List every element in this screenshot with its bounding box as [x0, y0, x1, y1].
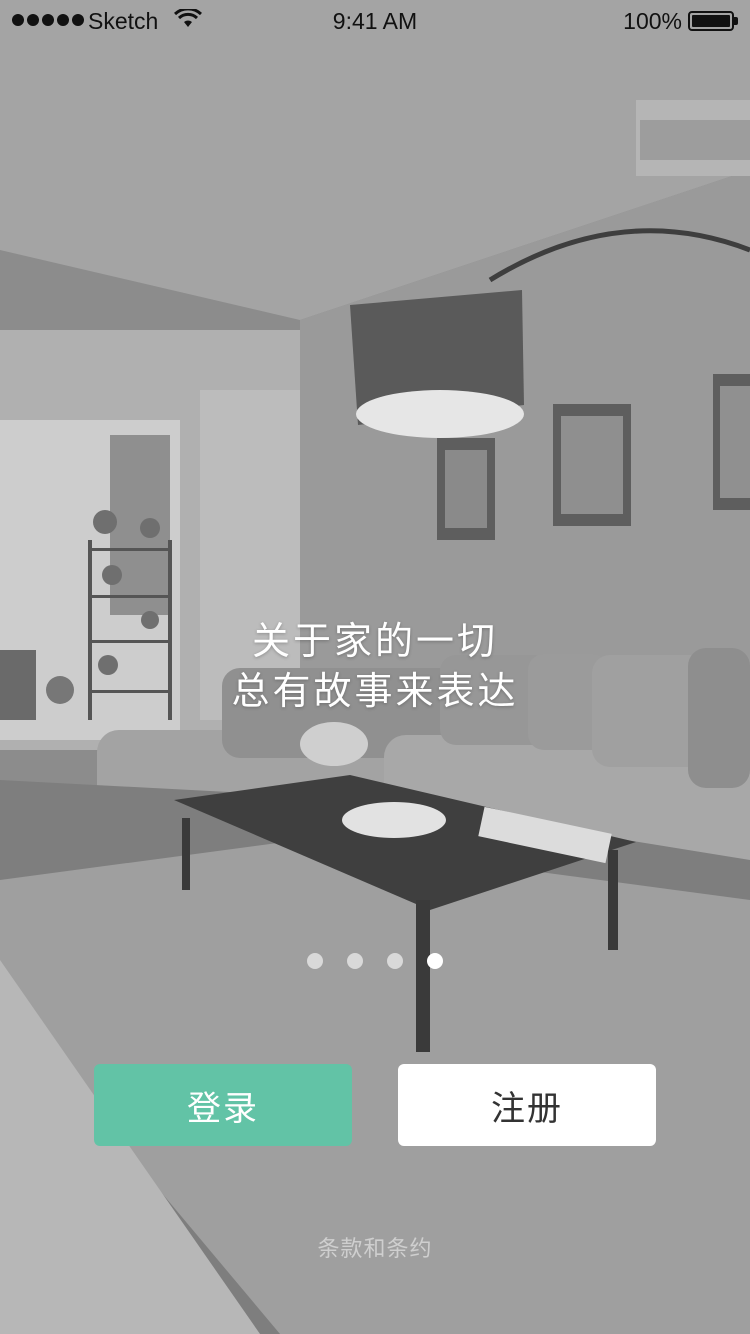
onboarding-headline: 关于家的一切 总有故事来表达: [0, 616, 750, 716]
page-dot-1[interactable]: [307, 953, 323, 969]
page-indicator: [307, 953, 443, 969]
headline-line-1: 关于家的一切: [251, 619, 498, 663]
page-dot-3[interactable]: [387, 953, 403, 969]
headline-line-2: 总有故事来表达: [231, 669, 519, 713]
status-bar: Sketch 9:41 AM 100%: [0, 0, 750, 40]
battery-icon: [688, 11, 738, 31]
page-dot-2[interactable]: [347, 953, 363, 969]
terms-link[interactable]: 条款和条约: [0, 1231, 750, 1263]
login-button[interactable]: 登录: [94, 1064, 352, 1146]
battery-percentage: 100%: [623, 8, 682, 34]
register-button[interactable]: 注册: [398, 1064, 656, 1146]
page-dot-4-active[interactable]: [427, 953, 443, 969]
